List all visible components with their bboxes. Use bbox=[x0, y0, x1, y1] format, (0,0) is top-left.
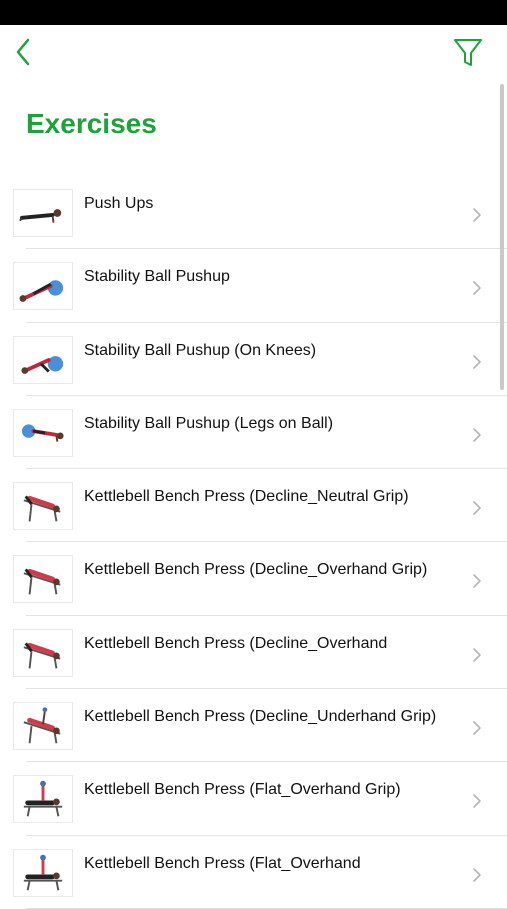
chevron-right-icon bbox=[473, 574, 481, 589]
back-button[interactable] bbox=[10, 35, 40, 69]
exercise-row[interactable]: Stability Ball Pushup bbox=[0, 249, 507, 323]
exercise-name: Stability Ball Pushup (Legs on Ball) bbox=[84, 414, 334, 432]
chevron-right-icon bbox=[473, 354, 481, 369]
chevron-right-icon bbox=[473, 721, 481, 735]
exercise-row[interactable]: Push Ups bbox=[0, 176, 507, 250]
chevron-left-icon bbox=[16, 38, 30, 66]
exercise-row[interactable]: Kettlebell Bench Press (Flat_Overhand Gr… bbox=[0, 762, 507, 836]
exercise-name: Kettlebell Bench Press (Flat_Overhand Gr… bbox=[84, 781, 401, 799]
top-bar bbox=[0, 25, 507, 85]
exercise-row[interactable]: Kettlebell Bench Press (Decline_Underhan… bbox=[0, 689, 507, 763]
exercise-row[interactable]: Stability Ball Pushup (On Knees) bbox=[0, 323, 507, 397]
chevron-right-icon bbox=[473, 428, 481, 442]
chevron-right-icon bbox=[473, 647, 481, 662]
chevron-right-icon bbox=[473, 208, 481, 222]
exercise-thumbnail bbox=[13, 335, 73, 384]
exercise-thumbnail bbox=[13, 555, 73, 604]
exercise-thumbnail bbox=[13, 482, 73, 531]
exercise-thumbnail bbox=[13, 408, 73, 457]
exercise-name: Stability Ball Pushup (On Knees) bbox=[84, 341, 317, 359]
exercise-thumbnail bbox=[13, 189, 73, 237]
chevron-right-icon bbox=[473, 794, 481, 809]
exercise-list: Push Ups Stability Ball Pushup Stability B… bbox=[0, 176, 507, 909]
exercise-row[interactable]: Kettlebell Bench Press (Decline_Overhand bbox=[0, 616, 507, 690]
exercise-thumbnail bbox=[13, 262, 73, 311]
status-bar bbox=[0, 0, 507, 25]
exercise-thumbnail bbox=[13, 775, 73, 824]
page-title: Exercises bbox=[26, 108, 157, 139]
filter-button[interactable] bbox=[450, 35, 486, 71]
exercise-thumbnail bbox=[13, 702, 73, 751]
exercise-row[interactable]: Kettlebell Bench Press (Flat_Overhand bbox=[0, 836, 507, 909]
exercise-row[interactable]: Kettlebell Bench Press (Decline_Neutral … bbox=[0, 469, 507, 543]
scrollbar[interactable] bbox=[500, 84, 504, 390]
exercise-name: Kettlebell Bench Press (Flat_Overhand bbox=[84, 854, 361, 872]
exercise-name: Stability Ball Pushup bbox=[84, 268, 230, 286]
exercise-name: Kettlebell Bench Press (Decline_Neutral … bbox=[84, 488, 409, 506]
filter-icon bbox=[454, 39, 482, 66]
exercise-thumbnail bbox=[13, 628, 73, 677]
exercise-thumbnail bbox=[13, 848, 73, 897]
chevron-right-icon bbox=[473, 867, 481, 882]
exercise-name: Kettlebell Bench Press (Decline_Underhan… bbox=[84, 708, 437, 726]
chevron-right-icon bbox=[473, 501, 481, 515]
chevron-right-icon bbox=[473, 281, 481, 296]
exercise-name: Kettlebell Bench Press (Decline_Overhand bbox=[84, 634, 388, 652]
exercise-row[interactable]: Kettlebell Bench Press (Decline_Overhand… bbox=[0, 542, 507, 617]
exercise-name: Kettlebell Bench Press (Decline_Overhand… bbox=[84, 561, 428, 579]
exercise-row[interactable]: Stability Ball Pushup (Legs on Ball) bbox=[0, 396, 507, 470]
exercise-name: Push Ups bbox=[84, 195, 154, 212]
